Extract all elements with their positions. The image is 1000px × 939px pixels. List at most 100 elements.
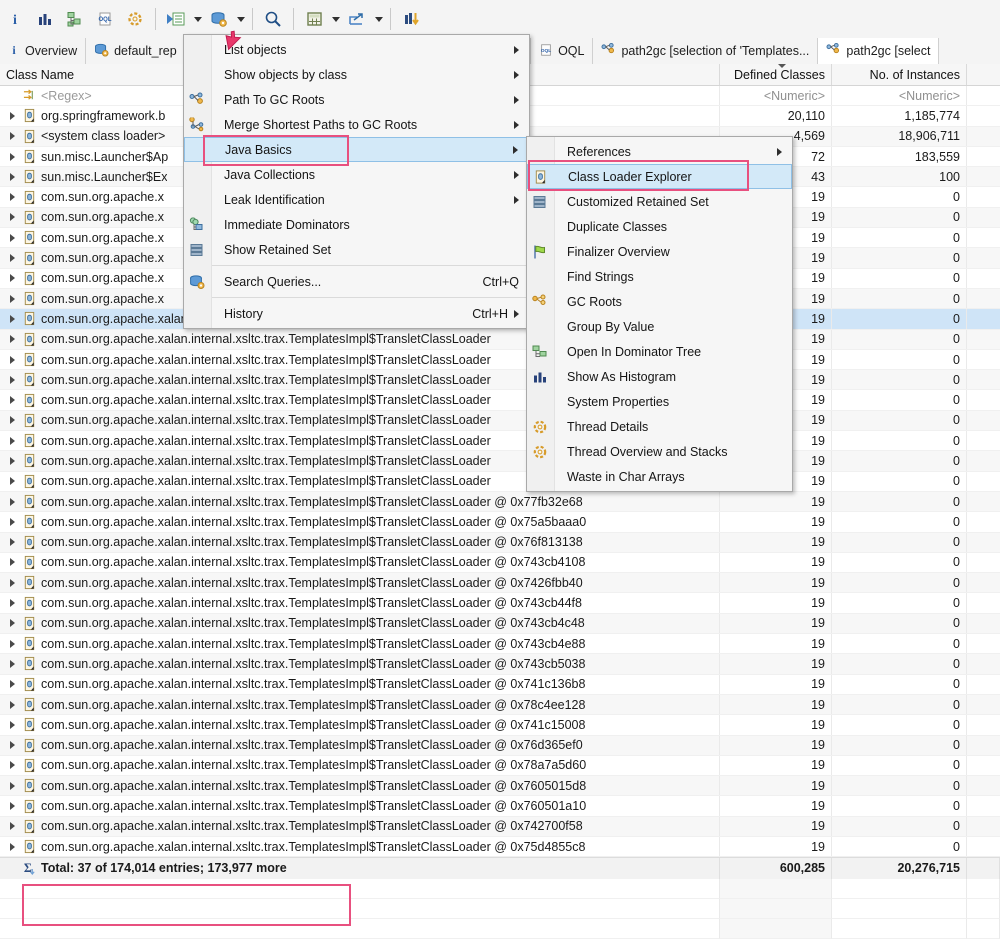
filter-cell-no-of-instances[interactable]: <Numeric> [832, 86, 967, 106]
table-row[interactable]: com.sun.org.apache.xalan.internal.xsltc.… [0, 532, 1000, 553]
expand-twisty-icon[interactable] [6, 759, 18, 771]
tab-oql-2[interactable]: OQL OQL [531, 38, 594, 64]
expand-twisty-icon[interactable] [6, 719, 18, 731]
table-row[interactable]: com.sun.org.apache.xalan.internal.xsltc.… [0, 431, 1000, 452]
cell-class-name[interactable]: com.sun.org.apache.xalan.internal.xsltc.… [0, 654, 720, 674]
cell-class-name[interactable]: com.sun.org.apache.xalan.internal.xsltc.… [0, 552, 720, 573]
cell-class-name[interactable]: com.sun.org.apache.xalan.internal.xsltc.… [0, 816, 720, 836]
menu-item-merge-shortest-paths-to-gc-roots[interactable]: Merge Shortest Paths to GC Roots [184, 112, 529, 137]
menu-item-find-strings[interactable]: Find Strings [527, 264, 792, 289]
expand-twisty-icon[interactable] [6, 800, 18, 812]
table-row[interactable]: com.sun.org.apache.xalan.internal.xsltc.… [0, 674, 1000, 695]
oql-icon[interactable]: OQL [91, 5, 119, 33]
expand-twisty-icon[interactable] [6, 414, 18, 426]
table-row[interactable]: com.sun.org.apache.xalan.internal.xsltc.… [0, 694, 1000, 716]
menu-item-thread-details[interactable]: Thread Details [527, 414, 792, 439]
calculator-dropdown-arrow[interactable] [329, 5, 342, 33]
expand-twisty-icon[interactable] [6, 435, 18, 447]
expand-twisty-icon[interactable] [6, 110, 18, 122]
cell-class-name[interactable]: com.sun.org.apache.xalan.internal.xsltc.… [0, 715, 720, 735]
cell-class-name[interactable]: com.sun.org.apache.xalan.internal.xsltc.… [0, 491, 720, 512]
table-row[interactable]: com.sun.org.apache.xalan.internal.xsltc.… [0, 410, 1000, 432]
cell-class-name[interactable]: com.sun.org.apache.xalan.internal.xsltc.… [0, 532, 720, 552]
menu-item-open-in-dominator-tree[interactable]: Open In Dominator Tree [527, 339, 792, 364]
expand-twisty-icon[interactable] [6, 171, 18, 183]
expand-twisty-icon[interactable] [6, 232, 18, 244]
cell-class-name[interactable]: com.sun.org.apache.xalan.internal.xsltc.… [0, 512, 720, 532]
search-icon[interactable] [259, 5, 287, 33]
expand-twisty-icon[interactable] [6, 577, 18, 589]
table-row[interactable]: com.sun.org.apache.xalan.internal.xsltc.… [0, 349, 1000, 371]
expand-twisty-icon[interactable] [6, 293, 18, 305]
expand-twisty-icon[interactable] [6, 455, 18, 467]
info-icon[interactable]: i [1, 5, 29, 33]
table-row[interactable]: com.sun.org.apache.xalan.internal.xsltc.… [0, 512, 1000, 533]
menu-item-system-properties[interactable]: System Properties [527, 389, 792, 414]
filter-cell-defined-classes[interactable]: <Numeric> [720, 86, 832, 106]
expand-twisty-icon[interactable] [6, 475, 18, 487]
expand-twisty-icon[interactable] [6, 496, 18, 508]
tab-path2gc-1[interactable]: path2gc [selection of 'Templates... [593, 38, 819, 64]
menu-item-waste-in-char-arrays[interactable]: Waste in Char Arrays [527, 464, 792, 489]
table-row[interactable]: com.sun.org.apache.xalan.internal.xsltc.… [0, 451, 1000, 472]
menu-item-show-retained-set[interactable]: Show Retained Set [184, 237, 529, 262]
menu-item-show-objects-by-class[interactable]: Show objects by class [184, 62, 529, 87]
expand-twisty-icon[interactable] [6, 333, 18, 345]
cell-class-name[interactable]: com.sun.org.apache.xalan.internal.xsltc.… [0, 593, 720, 613]
cell-class-name[interactable]: com.sun.org.apache.xalan.internal.xsltc.… [0, 613, 720, 634]
menu-item-customized-retained-set[interactable]: Customized Retained Set [527, 189, 792, 214]
thread-overview-icon[interactable] [121, 5, 149, 33]
menu-item-path-to-gc-roots[interactable]: Path To GC Roots [184, 87, 529, 112]
context-menu[interactable]: List objects Show objects by class Path To… [183, 34, 530, 329]
table-row[interactable]: com.sun.org.apache.xalan.internal.xsltc.… [0, 634, 1000, 655]
menu-item-immediate-dominators[interactable]: Immediate Dominators [184, 212, 529, 237]
menu-item-thread-overview-and-stacks[interactable]: Thread Overview and Stacks [527, 439, 792, 464]
table-row[interactable]: com.sun.org.apache.xalan.internal.xsltc.… [0, 329, 1000, 350]
table-row[interactable]: com.sun.org.apache.xalan.internal.xsltc.… [0, 370, 1000, 391]
expand-twisty-icon[interactable] [6, 597, 18, 609]
expand-twisty-icon[interactable] [6, 394, 18, 406]
table-row[interactable]: com.sun.org.apache.xalan.internal.xsltc.… [0, 552, 1000, 574]
compare-icon[interactable] [397, 5, 425, 33]
table-row[interactable]: com.sun.org.apache.xalan.internal.xsltc.… [0, 471, 1000, 492]
cell-class-name[interactable]: com.sun.org.apache.xalan.internal.xsltc.… [0, 735, 720, 755]
menu-item-class-loader-explorer[interactable]: Class Loader Explorer [527, 164, 792, 189]
expand-twisty-icon[interactable] [6, 191, 18, 203]
tab-path2gc-2[interactable]: path2gc [select [818, 38, 940, 64]
expand-twisty-icon[interactable] [6, 252, 18, 264]
menu-item-java-basics[interactable]: Java Basics [184, 137, 529, 162]
table-row[interactable]: com.sun.org.apache.xalan.internal.xsltc.… [0, 573, 1000, 594]
expand-twisty-icon[interactable] [6, 151, 18, 163]
menu-item-group-by-value[interactable]: Group By Value [527, 314, 792, 339]
expand-twisty-icon[interactable] [6, 354, 18, 366]
tab-overview[interactable]: i Overview [0, 38, 87, 64]
cell-class-name[interactable]: com.sun.org.apache.xalan.internal.xsltc.… [0, 694, 720, 715]
menu-item-gc-roots[interactable]: GC Roots [527, 289, 792, 314]
expand-twisty-icon[interactable] [6, 272, 18, 284]
cell-class-name[interactable]: com.sun.org.apache.xalan.internal.xsltc.… [0, 573, 720, 593]
menu-item-leak-identification[interactable]: Leak Identification [184, 187, 529, 212]
expand-twisty-icon[interactable] [6, 780, 18, 792]
table-row[interactable]: com.sun.org.apache.xalan.internal.xsltc.… [0, 836, 1000, 858]
export-icon[interactable] [343, 5, 371, 33]
table-row[interactable]: com.sun.org.apache.xalan.internal.xsltc.… [0, 796, 1000, 817]
expand-twisty-icon[interactable] [6, 739, 18, 751]
column-header-defined-classes[interactable]: Defined Classes [720, 64, 832, 85]
export-dropdown-arrow[interactable] [372, 5, 385, 33]
cell-class-name[interactable]: com.sun.org.apache.xalan.internal.xsltc.… [0, 674, 720, 694]
run-expert-system-icon[interactable] [162, 5, 190, 33]
expand-twisty-icon[interactable] [6, 658, 18, 670]
expand-twisty-icon[interactable] [6, 313, 18, 325]
menu-item-java-collections[interactable]: Java Collections [184, 162, 529, 187]
menu-item-finalizer-overview[interactable]: Finalizer Overview [527, 239, 792, 264]
table-row[interactable]: com.sun.org.apache.xalan.internal.xsltc.… [0, 715, 1000, 736]
table-row[interactable]: com.sun.org.apache.xalan.internal.xsltc.… [0, 390, 1000, 411]
table-row[interactable]: com.sun.org.apache.xalan.internal.xsltc.… [0, 593, 1000, 614]
cell-class-name[interactable]: com.sun.org.apache.xalan.internal.xsltc.… [0, 776, 720, 796]
expand-twisty-icon[interactable] [6, 211, 18, 223]
table-row[interactable]: com.sun.org.apache.xalan.internal.xsltc.… [0, 776, 1000, 797]
table-row[interactable]: com.sun.org.apache.xalan.internal.xsltc.… [0, 735, 1000, 756]
table-row[interactable]: com.sun.org.apache.xalan.internal.xsltc.… [0, 755, 1000, 777]
expand-twisty-icon[interactable] [6, 556, 18, 568]
expand-twisty-icon[interactable] [6, 516, 18, 528]
